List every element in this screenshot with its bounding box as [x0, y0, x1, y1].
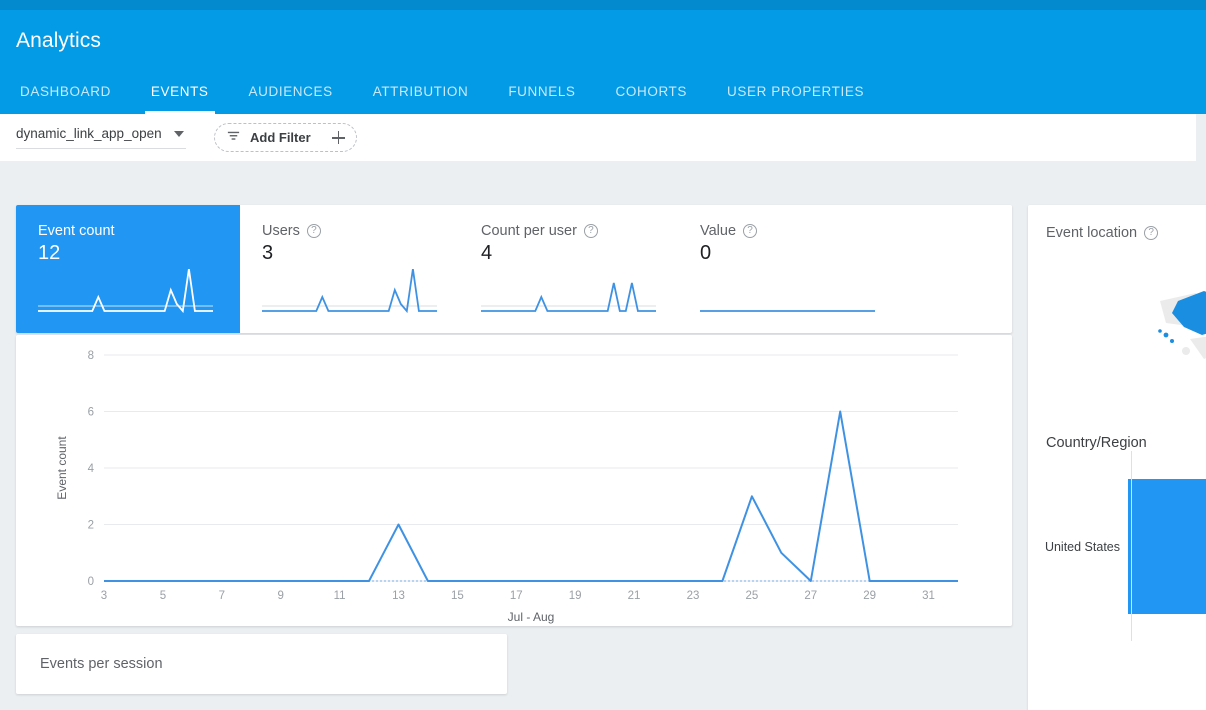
x-tick-label: 7	[219, 590, 225, 602]
sparkline-count-per-user	[481, 269, 656, 325]
country-region-title: Country/Region	[1028, 421, 1206, 451]
series-line-event-count[interactable]	[104, 412, 958, 582]
metric-card-value[interactable]: Value? 0	[678, 205, 897, 333]
main-tab-bar: DASHBOARDEVENTSAUDIENCESATTRIBUTIONFUNNE…	[0, 67, 884, 114]
country-bar[interactable]	[1128, 479, 1206, 614]
metric-header: Count per user?	[481, 223, 656, 239]
filter-icon	[226, 128, 241, 148]
help-icon[interactable]: ?	[743, 224, 757, 238]
tab-funnels[interactable]: FUNNELS	[488, 84, 595, 114]
app-header: Analytics DASHBOARDEVENTSAUDIENCESATTRIB…	[0, 10, 1206, 114]
event-location-title: Event location	[1046, 225, 1137, 241]
metric-title: Value	[700, 223, 736, 239]
sparkline-users	[262, 269, 437, 325]
add-filter-label: Add Filter	[250, 130, 311, 145]
metric-header: Event count	[38, 223, 218, 239]
add-filter-button[interactable]: Add Filter	[214, 123, 357, 152]
events-per-session-title: Events per session	[40, 656, 163, 672]
x-tick-label: 25	[745, 590, 758, 602]
x-tick-label: 29	[863, 590, 876, 602]
help-icon[interactable]: ?	[1144, 226, 1158, 240]
window-top-strip	[0, 0, 1206, 10]
x-tick-label: 17	[510, 590, 523, 602]
y-axis-label: Event count	[55, 436, 69, 500]
y-tick-label: 6	[88, 407, 94, 419]
tab-dashboard[interactable]: DASHBOARD	[0, 84, 131, 114]
country-bar-list: United States	[1028, 479, 1206, 614]
metric-title: Event count	[38, 223, 115, 239]
help-icon[interactable]: ?	[584, 224, 598, 238]
metric-card-count-per-user[interactable]: Count per user? 4	[459, 205, 678, 333]
x-tick-label: 19	[569, 590, 582, 602]
x-tick-label: 13	[392, 590, 405, 602]
sparkline-value	[700, 269, 875, 325]
event-location-header: Event location ?	[1028, 205, 1206, 241]
y-tick-label: 8	[88, 350, 94, 362]
help-icon[interactable]: ?	[307, 224, 321, 238]
metric-value: 0	[700, 242, 875, 265]
x-tick-label: 5	[160, 590, 166, 602]
world-map-svg	[1100, 243, 1206, 421]
metric-title: Count per user	[481, 223, 577, 239]
country-label: United States	[1028, 540, 1128, 554]
event-name-value: dynamic_link_app_open	[16, 126, 174, 141]
x-axis-label: Jul - Aug	[508, 610, 555, 624]
tab-events[interactable]: EVENTS	[131, 84, 229, 114]
chevron-down-icon	[174, 131, 184, 137]
sparkline-event-count	[38, 269, 213, 325]
event-name-dropdown[interactable]: dynamic_link_app_open	[16, 126, 186, 149]
metric-card-row: Event count 12 Users? 3 Count per user? 4 Valu…	[16, 205, 1012, 333]
content-area: Event count 12 Users? 3 Count per user? 4 Valu…	[0, 161, 1206, 700]
tab-cohorts[interactable]: COHORTS	[596, 84, 707, 114]
metric-value: 4	[481, 242, 656, 265]
metric-header: Value?	[700, 223, 875, 239]
metric-title: Users	[262, 223, 300, 239]
page-title: Analytics	[0, 10, 1206, 53]
events-per-session-card[interactable]: Events per session	[16, 634, 507, 694]
tab-user-properties[interactable]: USER PROPERTIES	[707, 84, 884, 114]
tab-audiences[interactable]: AUDIENCES	[229, 84, 353, 114]
metric-value: 3	[262, 242, 437, 265]
x-tick-label: 21	[628, 590, 641, 602]
filter-bar: dynamic_link_app_open Add Filter	[0, 114, 1196, 161]
x-tick-label: 27	[804, 590, 817, 602]
tab-attribution[interactable]: ATTRIBUTION	[353, 84, 489, 114]
metric-card-event-count[interactable]: Event count 12	[16, 205, 240, 333]
country-axis-line	[1131, 451, 1132, 641]
country-bar-row[interactable]: United States	[1028, 479, 1206, 614]
x-tick-label: 11	[334, 590, 346, 602]
metric-value: 12	[38, 242, 218, 265]
y-tick-label: 4	[88, 463, 95, 475]
x-tick-label: 31	[922, 590, 935, 602]
x-tick-label: 15	[451, 590, 464, 602]
event-count-line-chart[interactable]: 0 2 4 6 8 3 5 7 9 11 13 15 17 19 21 23 25 27 29 31 Jul - Aug…	[16, 335, 1012, 626]
x-tick-label: 3	[101, 590, 107, 602]
plus-icon[interactable]	[332, 131, 345, 144]
left-column: Event count 12 Users? 3 Count per user? 4 Valu…	[16, 205, 1012, 694]
world-map[interactable]	[1028, 241, 1206, 421]
metric-header: Users?	[262, 223, 437, 239]
event-location-panel: Event location ?	[1028, 205, 1206, 710]
x-tick-label: 9	[277, 590, 283, 602]
event-count-chart-card: 0 2 4 6 8 3 5 7 9 11 13 15 17 19 21 23 25 27 29 31 Jul - Aug…	[16, 335, 1012, 626]
x-tick-label: 23	[687, 590, 700, 602]
y-tick-label: 0	[88, 576, 94, 588]
metric-card-users[interactable]: Users? 3	[240, 205, 459, 333]
y-tick-label: 2	[88, 520, 94, 532]
